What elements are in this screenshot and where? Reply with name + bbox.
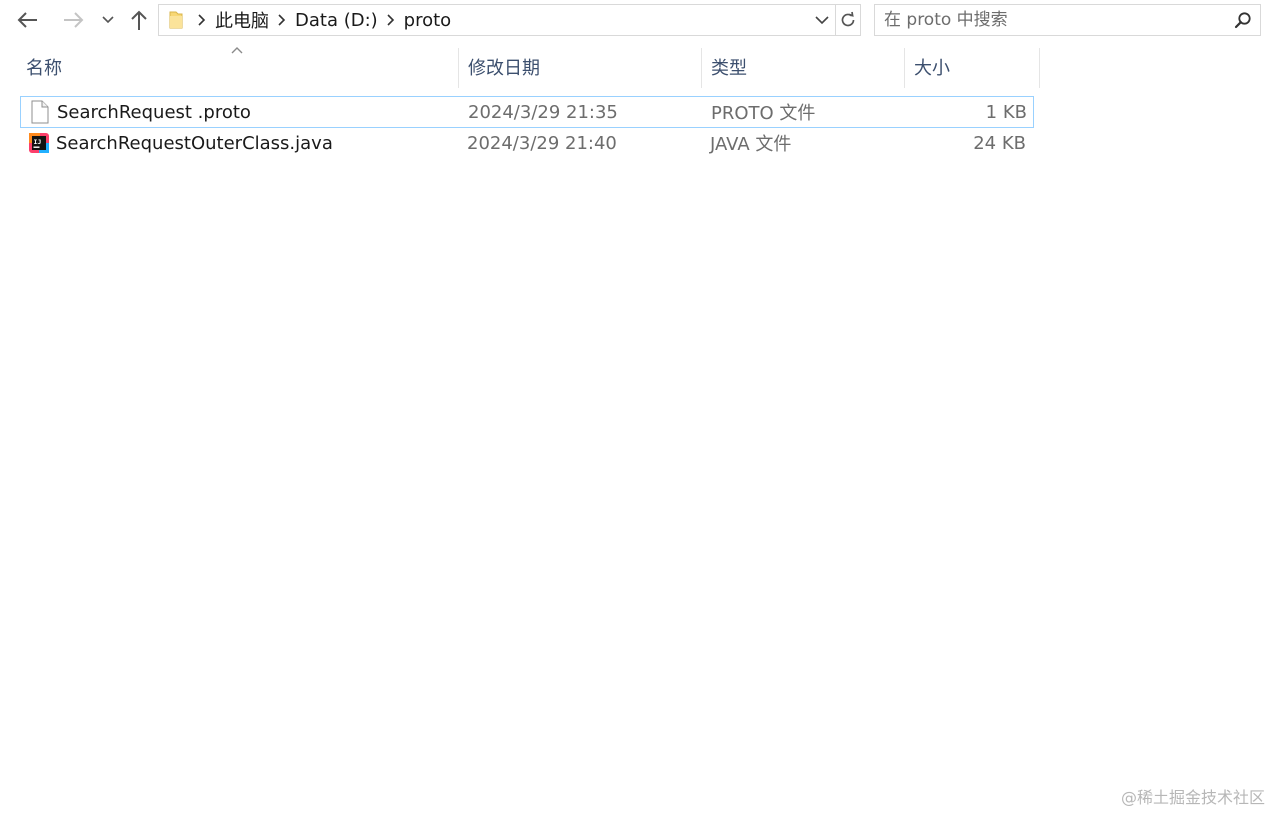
breadcrumb-separator-icon[interactable] [191, 14, 213, 26]
column-divider[interactable] [1039, 48, 1040, 88]
file-type: JAVA 文件 [710, 134, 792, 155]
search-box[interactable] [874, 4, 1261, 36]
column-divider[interactable] [904, 48, 905, 88]
file-name[interactable]: SearchRequest .proto [57, 97, 251, 127]
breadcrumb-data-drive[interactable]: Data (D:) [293, 10, 380, 31]
arrow-left-icon [17, 12, 37, 28]
breadcrumb-this-pc[interactable]: 此电脑 [213, 7, 271, 33]
column-name-label: 名称 [26, 58, 62, 79]
blank-file-icon [31, 100, 49, 124]
chevron-down-icon [815, 15, 829, 24]
arrow-right-icon [64, 12, 84, 28]
sort-ascending-icon [231, 47, 243, 54]
file-name[interactable]: SearchRequestOuterClass.java [56, 128, 333, 158]
arrow-up-icon [131, 10, 147, 30]
svg-text:IJ: IJ [34, 138, 42, 146]
address-history-dropdown[interactable] [809, 5, 835, 35]
folder-icon [163, 10, 191, 30]
forward-button[interactable] [55, 4, 91, 36]
file-row[interactable]: IJ SearchRequestOuterClass.java 2024/3/2… [20, 128, 1034, 160]
file-size: 24 KB [973, 132, 1026, 154]
recent-locations-button[interactable] [98, 4, 118, 36]
file-row[interactable]: SearchRequest .proto 2024/3/29 21:35 PRO… [20, 96, 1034, 128]
file-size: 1 KB [985, 101, 1027, 123]
intellij-java-file-icon: IJ [29, 133, 49, 153]
breadcrumb-separator-icon[interactable] [380, 14, 402, 26]
column-divider[interactable] [701, 48, 702, 88]
file-modified: 2024/3/29 21:40 [467, 132, 617, 154]
search-input[interactable] [875, 5, 1226, 35]
file-type: PROTO 文件 [711, 103, 816, 124]
refresh-icon [841, 11, 855, 27]
file-modified: 2024/3/29 21:35 [468, 101, 618, 123]
watermark: @稀土掘金技术社区 [1120, 788, 1265, 807]
breadcrumb-proto[interactable]: proto [402, 10, 454, 31]
column-divider[interactable] [458, 48, 459, 88]
back-button[interactable] [10, 4, 46, 36]
chevron-down-icon [102, 16, 114, 24]
column-size-label: 大小 [914, 58, 950, 79]
refresh-button[interactable] [836, 5, 860, 35]
search-icon[interactable] [1226, 11, 1260, 29]
column-header-size[interactable]: 大小 [908, 46, 1038, 88]
column-header-modified[interactable]: 修改日期 [462, 46, 702, 88]
column-modified-label: 修改日期 [468, 58, 540, 79]
column-type-label: 类型 [711, 58, 747, 79]
breadcrumb-separator-icon[interactable] [271, 14, 293, 26]
address-bar[interactable]: 此电脑 Data (D:) proto [158, 4, 861, 36]
column-header-type[interactable]: 类型 [705, 46, 905, 88]
up-button[interactable] [124, 4, 154, 36]
